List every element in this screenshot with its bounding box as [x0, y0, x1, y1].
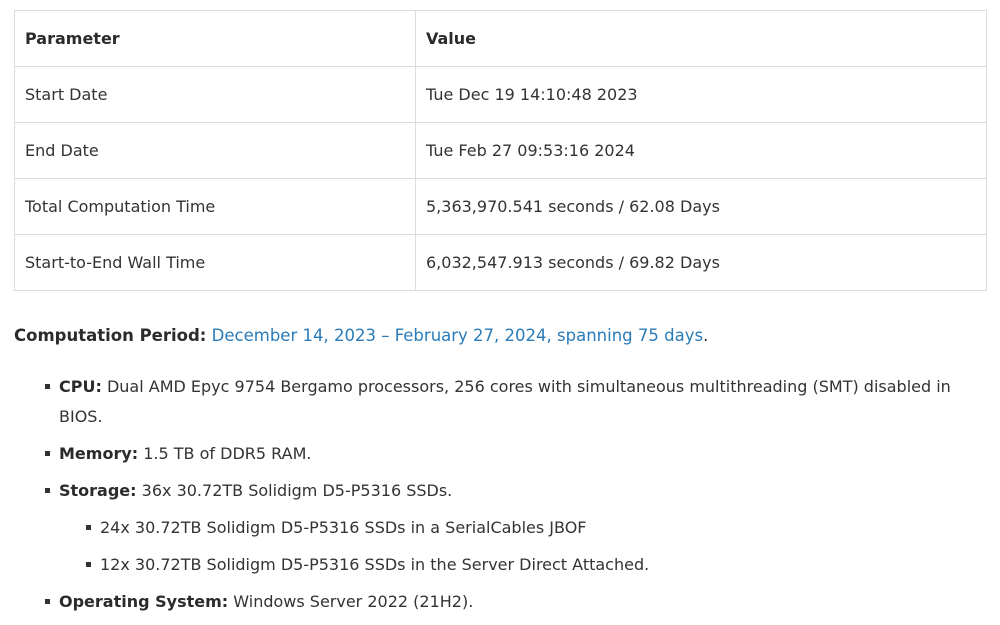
bullet-icon: [45, 451, 50, 456]
os-text: Windows Server 2022 (21H2).: [233, 592, 474, 611]
storage-text: 36x 30.72TB Solidigm D5-P5316 SSDs.: [141, 481, 453, 500]
cell-parameter: Start Date: [14, 66, 416, 123]
table-header-row: Parameter Value: [14, 10, 987, 67]
os-label: Operating System:: [59, 592, 229, 611]
computation-period: Computation Period: December 14, 2023 – …: [14, 324, 708, 348]
table-row: End Date Tue Feb 27 09:53:16 2024: [14, 122, 987, 179]
bullet-icon: [86, 562, 91, 567]
list-item-cpu: CPU: Dual AMD Epyc 9754 Bergamo processo…: [45, 372, 965, 432]
list-item: 12x 30.72TB Solidigm D5-P5316 SSDs in th…: [86, 550, 965, 580]
cpu-text: Dual AMD Epyc 9754 Bergamo processors, 2…: [59, 377, 951, 426]
cell-parameter: Total Computation Time: [14, 178, 416, 235]
storage-sub-list: 24x 30.72TB Solidigm D5-P5316 SSDs in a …: [59, 513, 965, 580]
cpu-label: CPU:: [59, 377, 102, 396]
cell-value: 5,363,970.541 seconds / 62.08 Days: [415, 178, 987, 235]
column-header-parameter: Parameter: [14, 10, 416, 67]
storage-sub-text: 24x 30.72TB Solidigm D5-P5316 SSDs in a …: [100, 518, 587, 537]
table-row: Start Date Tue Dec 19 14:10:48 2023: [14, 66, 987, 123]
table-row: Start-to-End Wall Time 6,032,547.913 sec…: [14, 234, 987, 291]
parameters-table: Parameter Value Start Date Tue Dec 19 14…: [14, 10, 987, 291]
list-item-storage: Storage: 36x 30.72TB Solidigm D5-P5316 S…: [45, 476, 965, 580]
cell-parameter: Start-to-End Wall Time: [14, 234, 416, 291]
bullet-icon: [45, 488, 50, 493]
list-item-memory: Memory: 1.5 TB of DDR5 RAM.: [45, 439, 965, 469]
memory-label: Memory:: [59, 444, 139, 463]
computation-period-suffix: .: [703, 326, 709, 345]
storage-label: Storage:: [59, 481, 137, 500]
bullet-icon: [45, 599, 50, 604]
storage-sub-text: 12x 30.72TB Solidigm D5-P5316 SSDs in th…: [100, 555, 650, 574]
cell-value: Tue Dec 19 14:10:48 2023: [415, 66, 987, 123]
memory-text: 1.5 TB of DDR5 RAM.: [143, 444, 312, 463]
list-item-os: Operating System: Windows Server 2022 (2…: [45, 587, 965, 617]
cell-value: 6,032,547.913 seconds / 69.82 Days: [415, 234, 987, 291]
hardware-spec-list: CPU: Dual AMD Epyc 9754 Bergamo processo…: [45, 372, 965, 624]
column-header-value: Value: [415, 10, 987, 67]
cell-parameter: End Date: [14, 122, 416, 179]
computation-period-label: Computation Period:: [14, 326, 207, 345]
bullet-icon: [45, 384, 50, 389]
table-row: Total Computation Time 5,363,970.541 sec…: [14, 178, 987, 235]
cell-value: Tue Feb 27 09:53:16 2024: [415, 122, 987, 179]
bullet-icon: [86, 525, 91, 530]
computation-period-link[interactable]: December 14, 2023 – February 27, 2024, s…: [212, 326, 703, 345]
list-item: 24x 30.72TB Solidigm D5-P5316 SSDs in a …: [86, 513, 965, 543]
page: Parameter Value Start Date Tue Dec 19 14…: [0, 0, 1000, 625]
